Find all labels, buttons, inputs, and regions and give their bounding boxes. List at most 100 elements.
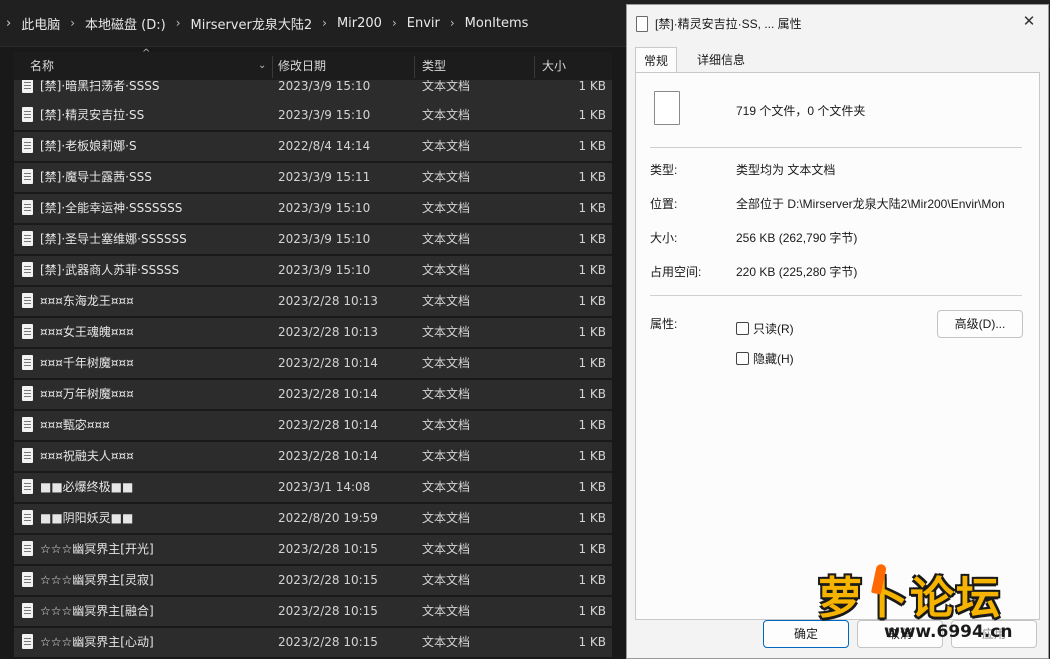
file-row[interactable]: ¤¤¤祝融夫人¤¤¤ 2023/2/28 10:14 文本文档 1 KB bbox=[14, 442, 612, 473]
column-divider[interactable] bbox=[272, 56, 273, 78]
text-document-icon bbox=[22, 200, 33, 215]
breadcrumb-item-mir200[interactable]: Mir200 bbox=[337, 16, 382, 31]
column-divider[interactable] bbox=[534, 56, 535, 78]
breadcrumb-item-this-pc[interactable]: 此电脑 bbox=[21, 14, 60, 33]
column-header-date[interactable]: 修改日期 bbox=[278, 52, 326, 80]
breadcrumb-item-drive[interactable]: 本地磁盘 (D:) bbox=[85, 14, 166, 33]
cancel-button[interactable]: 取消 bbox=[857, 620, 943, 648]
text-document-icon bbox=[22, 448, 33, 463]
file-type: 文本文档 bbox=[422, 542, 471, 556]
readonly-checkbox[interactable]: 只读(R) bbox=[736, 320, 794, 336]
file-date: 2022/8/4 14:14 bbox=[278, 139, 371, 153]
tab-general[interactable]: 常规 bbox=[635, 47, 678, 74]
file-date: 2023/3/9 15:10 bbox=[278, 232, 371, 246]
column-header-name[interactable]: 名称 bbox=[30, 52, 54, 80]
chevron-right-icon[interactable]: › bbox=[70, 16, 75, 30]
file-name: ¤¤¤祝融夫人¤¤¤ bbox=[40, 449, 134, 463]
file-date: 2023/2/28 10:14 bbox=[278, 356, 378, 370]
column-header: ^ 名称 ⌄ 修改日期 类型 大小 bbox=[14, 48, 612, 81]
file-date: 2023/3/9 15:11 bbox=[278, 170, 371, 184]
file-row[interactable]: [禁]·魔导士露茜·SSS 2023/3/9 15:11 文本文档 1 KB bbox=[14, 163, 612, 194]
file-size: 1 KB bbox=[578, 542, 606, 556]
column-header-size[interactable]: 大小 bbox=[542, 52, 566, 80]
column-header-type[interactable]: 类型 bbox=[422, 52, 446, 80]
file-row[interactable]: ¤¤¤万年树魔¤¤¤ 2023/2/28 10:14 文本文档 1 KB bbox=[14, 380, 612, 411]
chevron-right-icon[interactable]: › bbox=[322, 16, 327, 30]
file-size: 1 KB bbox=[578, 80, 606, 93]
file-name: ¤¤¤万年树魔¤¤¤ bbox=[40, 387, 134, 401]
file-row[interactable]: ☆☆☆幽冥界主[开光] 2023/2/28 10:15 文本文档 1 KB bbox=[14, 535, 612, 566]
text-document-icon bbox=[22, 324, 33, 339]
file-type: 文本文档 bbox=[422, 201, 471, 215]
tab-details[interactable]: 详细信息 bbox=[689, 47, 753, 73]
advanced-button[interactable]: 高级(D)... bbox=[937, 310, 1023, 338]
file-row[interactable]: ☆☆☆幽冥界主[灵寂] 2023/2/28 10:15 文本文档 1 KB bbox=[14, 566, 612, 597]
file-date: 2023/2/28 10:15 bbox=[278, 635, 378, 649]
chevron-right-icon[interactable]: › bbox=[176, 16, 181, 30]
file-type: 文本文档 bbox=[422, 418, 471, 432]
breadcrumb-item-envir[interactable]: Envir bbox=[407, 16, 440, 31]
text-document-icon bbox=[22, 417, 33, 432]
file-name: ¤¤¤女王魂魄¤¤¤ bbox=[40, 325, 134, 339]
file-name: [禁]·暗黑扫荡者·SSSS bbox=[40, 80, 160, 93]
text-document-icon bbox=[636, 16, 648, 32]
file-row[interactable]: [禁]·武器商人苏菲·SSSSS 2023/3/9 15:10 文本文档 1 K… bbox=[14, 256, 612, 287]
file-row[interactable]: ■■必爆终极■■ 2023/3/1 14:08 文本文档 1 KB bbox=[14, 473, 612, 504]
file-date: 2023/3/9 15:10 bbox=[278, 80, 371, 93]
checkbox-box[interactable] bbox=[736, 351, 749, 365]
file-type: 文本文档 bbox=[422, 573, 471, 587]
file-date: 2022/8/20 19:59 bbox=[278, 511, 378, 525]
selection-summary: 719 个文件，0 个文件夹 bbox=[736, 104, 866, 118]
file-row[interactable]: [禁]·圣导士塞维娜·SSSSSS 2023/3/9 15:10 文本文档 1 … bbox=[14, 225, 612, 256]
text-document-icon bbox=[22, 541, 33, 556]
file-size: 1 KB bbox=[578, 201, 606, 215]
file-size: 1 KB bbox=[578, 325, 606, 339]
ok-button[interactable]: 确定 bbox=[763, 620, 849, 648]
chevron-right-icon[interactable]: › bbox=[6, 16, 11, 31]
checkbox-box[interactable] bbox=[736, 321, 749, 335]
file-name: [禁]·精灵安吉拉·SS bbox=[40, 108, 145, 122]
chevron-right-icon[interactable]: › bbox=[450, 16, 455, 30]
file-name: [禁]·武器商人苏菲·SSSSS bbox=[40, 263, 180, 277]
file-name: ■■阴阳妖灵■■ bbox=[40, 511, 134, 525]
hidden-label: 隐藏(H) bbox=[753, 351, 794, 366]
text-document-icon bbox=[22, 386, 33, 401]
file-type: 文本文档 bbox=[422, 170, 471, 184]
file-row[interactable]: [禁]·暗黑扫荡者·SSSS 2023/3/9 15:10 文本文档 1 KB bbox=[14, 80, 612, 103]
dialog-title: [禁]·精灵安吉拉·SS, ... 属性 bbox=[655, 17, 802, 31]
file-row[interactable]: ¤¤¤东海龙王¤¤¤ 2023/2/28 10:13 文本文档 1 KB bbox=[14, 287, 612, 318]
file-type: 文本文档 bbox=[422, 139, 471, 153]
chevron-down-icon[interactable]: ⌄ bbox=[258, 52, 266, 80]
file-size: 1 KB bbox=[578, 294, 606, 308]
file-row[interactable]: [禁]·全能幸运神·SSSSSSS 2023/3/9 15:10 文本文档 1 … bbox=[14, 194, 612, 225]
file-row[interactable]: ☆☆☆幽冥界主[心动] 2023/2/28 10:15 文本文档 1 KB bbox=[14, 628, 612, 659]
file-row[interactable]: [禁]·精灵安吉拉·SS 2023/3/9 15:10 文本文档 1 KB bbox=[14, 101, 612, 132]
apply-button[interactable]: 应用 bbox=[951, 620, 1037, 648]
file-row[interactable]: ☆☆☆幽冥界主[融合] 2023/2/28 10:15 文本文档 1 KB bbox=[14, 597, 612, 628]
file-row[interactable]: ¤¤¤女王魂魄¤¤¤ 2023/2/28 10:13 文本文档 1 KB bbox=[14, 318, 612, 349]
file-name: ☆☆☆幽冥界主[融合] bbox=[40, 604, 154, 618]
file-row[interactable]: ■■阴阳妖灵■■ 2022/8/20 19:59 文本文档 1 KB bbox=[14, 504, 612, 535]
close-icon[interactable]: ✕ bbox=[1018, 11, 1040, 33]
type-value: 类型均为 文本文档 bbox=[736, 163, 836, 177]
file-type: 文本文档 bbox=[422, 325, 471, 339]
file-row[interactable]: [禁]·老板娘莉娜·S 2022/8/4 14:14 文本文档 1 KB bbox=[14, 132, 612, 163]
file-row[interactable]: ¤¤¤甄宓¤¤¤ 2023/2/28 10:14 文本文档 1 KB bbox=[14, 411, 612, 442]
file-name: ☆☆☆幽冥界主[开光] bbox=[40, 542, 154, 556]
file-list: [禁]·暗黑扫荡者·SSSS 2023/3/9 15:10 文本文档 1 KB … bbox=[14, 80, 612, 659]
text-document-icon bbox=[22, 231, 33, 246]
file-type: 文本文档 bbox=[422, 294, 471, 308]
text-document-icon bbox=[22, 293, 33, 308]
file-row[interactable]: ¤¤¤千年树魔¤¤¤ 2023/2/28 10:14 文本文档 1 KB bbox=[14, 349, 612, 380]
breadcrumb-item-monitems[interactable]: MonItems bbox=[465, 16, 529, 31]
location-label: 位置: bbox=[650, 197, 678, 211]
file-name: ¤¤¤东海龙王¤¤¤ bbox=[40, 294, 134, 308]
hidden-checkbox[interactable]: 隐藏(H) bbox=[736, 350, 794, 366]
file-date: 2023/2/28 10:14 bbox=[278, 387, 378, 401]
file-date: 2023/2/28 10:15 bbox=[278, 573, 378, 587]
chevron-right-icon[interactable]: › bbox=[392, 16, 397, 30]
dialog-titlebar[interactable]: [禁]·精灵安吉拉·SS, ... 属性 ✕ bbox=[627, 5, 1048, 41]
breadcrumb-item-mirserver[interactable]: Mirserver龙泉大陆2 bbox=[191, 14, 313, 33]
file-name: ■■必爆终极■■ bbox=[40, 480, 134, 494]
column-divider[interactable] bbox=[414, 56, 415, 78]
